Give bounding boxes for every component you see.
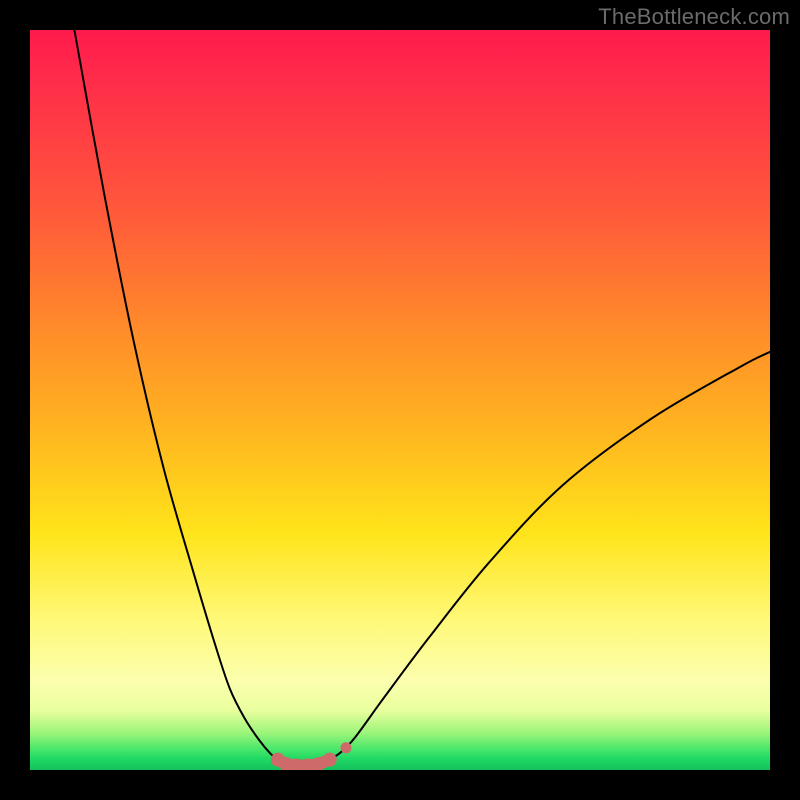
- chart-plot-area: [30, 30, 770, 770]
- valley-markers: [271, 753, 337, 770]
- watermark-text: TheBottleneck.com: [598, 4, 790, 30]
- right-start-marker: [340, 742, 351, 753]
- chart-frame: TheBottleneck.com: [0, 0, 800, 800]
- bottleneck-curve: [74, 30, 770, 760]
- chart-svg-overlay: [30, 30, 770, 770]
